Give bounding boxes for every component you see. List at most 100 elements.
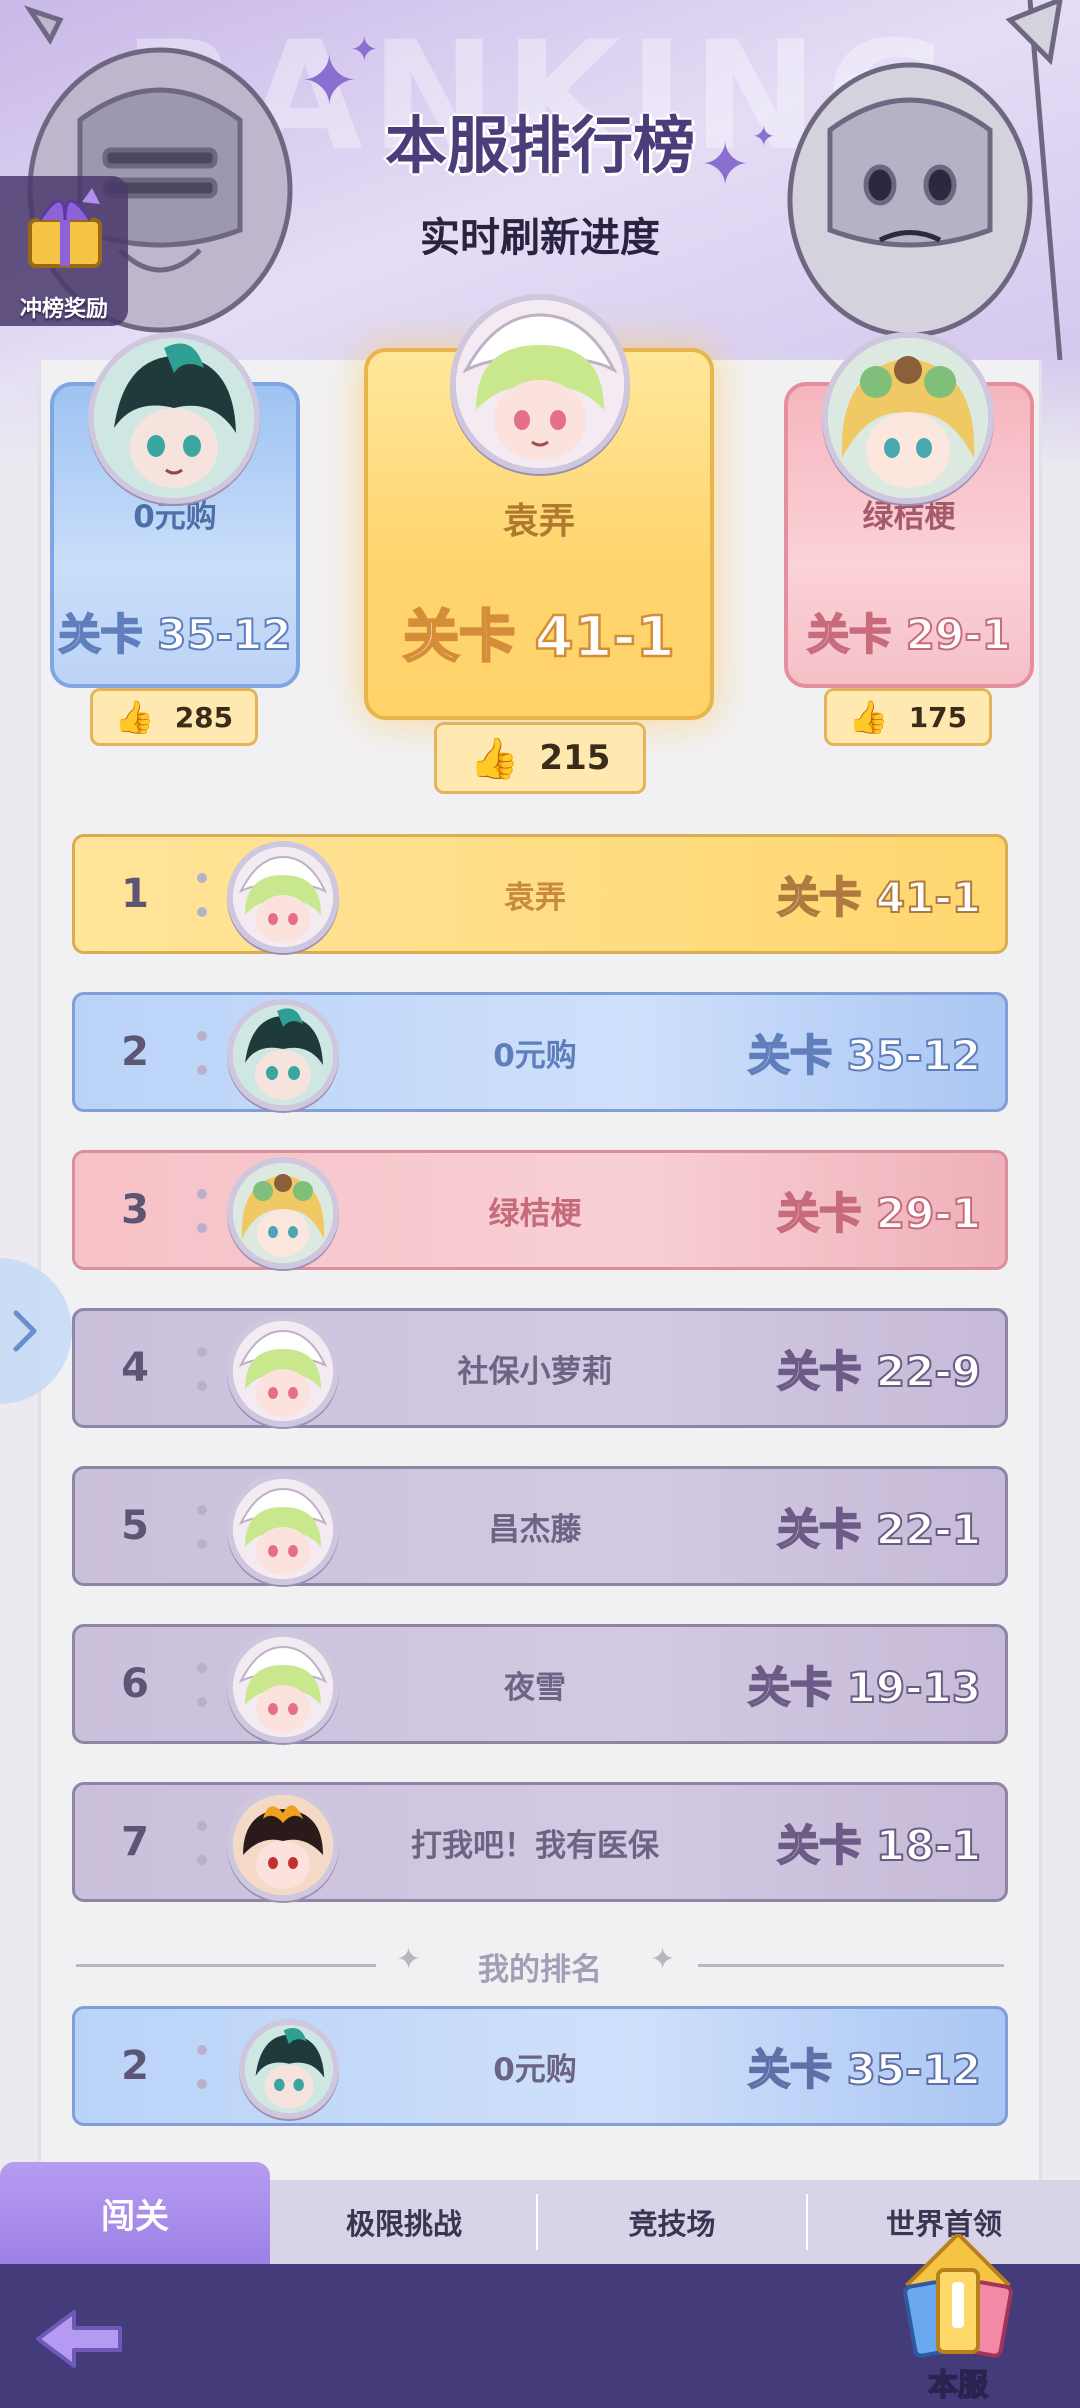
thumbs-up-icon: 👍 <box>469 735 520 782</box>
sparkle-icon: ✦ <box>350 30 379 70</box>
row-divider-dot <box>197 873 207 883</box>
row-divider-dot <box>197 1697 207 1707</box>
green-hair-maid-avatar-icon <box>456 300 624 468</box>
rank-player-name: 绿桔梗 <box>488 1195 582 1232</box>
rank-row-3[interactable]: 3 绿桔梗 关卡 29-1 <box>72 1150 1008 1270</box>
rank-row-7[interactable]: 7 打我吧！我有医保 关卡 18-1 <box>72 1782 1008 1902</box>
rank-number: 2 <box>121 1029 149 1075</box>
gift-box-icon <box>28 188 102 268</box>
row-divider-dot <box>197 1065 207 1075</box>
my-rank-row[interactable]: 2 0元购 关卡 35-12 <box>72 2006 1008 2126</box>
rank-player-name: 社保小萝莉 <box>457 1353 613 1390</box>
podium-first-like-button[interactable]: 👍 215 <box>434 722 646 794</box>
rank-avatar[interactable] <box>227 1789 339 1901</box>
rank-avatar[interactable] <box>227 999 339 1111</box>
rank-number: 3 <box>121 1187 149 1233</box>
rank-reward-button[interactable]: 冲榜奖励 <box>0 176 128 326</box>
fire-hair-avatar-icon <box>233 1795 333 1895</box>
dark-teal-hair-avatar-icon <box>233 1005 333 1105</box>
my-player-name: 0元购 <box>493 2051 577 2088</box>
podium-second-avatar[interactable] <box>88 332 260 504</box>
green-hair-maid-avatar-icon <box>233 1479 333 1579</box>
server-cards-icon <box>903 2231 1013 2358</box>
rank-player-name: 打我吧！我有医保 <box>411 1827 659 1864</box>
blonde-flower-crown-avatar-icon <box>233 1163 333 1263</box>
row-divider-dot <box>197 1031 207 1041</box>
podium-first-name: 袁弄 <box>502 501 575 542</box>
rank-number: 6 <box>121 1661 149 1707</box>
row-divider-dot <box>197 2079 207 2089</box>
rank-stage-progress: 关卡 22-9 <box>776 1346 982 1397</box>
row-divider-dot <box>197 1223 207 1233</box>
my-rank-separator: ✦ ✦ 我的排名 <box>76 1940 1004 1990</box>
page-title: 本服排行榜 <box>384 109 695 182</box>
my-avatar[interactable] <box>239 2019 339 2119</box>
podium-third-like-button[interactable]: 👍 175 <box>824 688 992 746</box>
green-hair-maid-avatar-icon <box>233 847 333 947</box>
page-subtitle: 实时刷新进度 <box>420 215 660 261</box>
rank-row-6[interactable]: 6 夜雪 关卡 19-13 <box>72 1624 1008 1744</box>
tab-stage[interactable]: 闯关 <box>0 2162 270 2264</box>
rank-stage-progress: 关卡 22-1 <box>776 1504 982 1555</box>
row-divider-dot <box>197 1347 207 1357</box>
row-divider-dot <box>197 1821 207 1831</box>
row-divider-dot <box>197 2045 207 2055</box>
rank-player-name: 夜雪 <box>504 1669 566 1706</box>
rank-avatar[interactable] <box>227 1631 339 1743</box>
podium-third-likes: 175 <box>908 700 968 734</box>
rank-player-name: 0元购 <box>493 1037 577 1074</box>
tab-arena[interactable]: 竞技场 <box>538 2180 806 2264</box>
rank-reward-label: 冲榜奖励 <box>19 297 108 322</box>
my-rank-label: 我的排名 <box>478 1952 602 1988</box>
rank-row-5[interactable]: 5 昌杰藤 关卡 22-1 <box>72 1466 1008 1586</box>
rank-stage-progress: 关卡 35-12 <box>747 1030 982 1081</box>
podium-third-stage: 关卡 29-1 <box>806 609 1012 660</box>
rank-stage-progress: 关卡 19-13 <box>747 1662 982 1713</box>
rank-row-4[interactable]: 4 社保小萝莉 关卡 22-9 <box>72 1308 1008 1428</box>
server-label: 本服 <box>927 2367 989 2404</box>
rank-avatar[interactable] <box>227 1157 339 1269</box>
row-divider-dot <box>197 1189 207 1199</box>
row-divider-dot <box>197 907 207 917</box>
rank-number: 5 <box>121 1503 149 1549</box>
podium-second-stage: 关卡 35-12 <box>58 609 293 660</box>
podium-second-like-button[interactable]: 👍 285 <box>90 688 258 746</box>
rank-player-name: 袁弄 <box>504 879 566 916</box>
chevron-right-icon <box>13 1310 37 1352</box>
podium-third-avatar[interactable] <box>822 332 994 504</box>
podium-second-likes: 285 <box>174 700 234 734</box>
rank-number: 4 <box>121 1345 149 1391</box>
row-divider-dot <box>197 1381 207 1391</box>
row-divider-dot <box>197 1855 207 1865</box>
rank-player-name: 昌杰藤 <box>488 1511 582 1548</box>
thumbs-up-icon: 👍 <box>114 698 155 736</box>
rank-stage-progress: 关卡 18-1 <box>776 1820 982 1871</box>
row-divider-dot <box>197 1539 207 1549</box>
dark-teal-hair-avatar-icon <box>94 338 254 498</box>
rank-row-2[interactable]: 2 0元购 关卡 35-12 <box>72 992 1008 1112</box>
rank-number: 2 <box>121 2043 149 2089</box>
dark-teal-hair-avatar-icon <box>245 2025 333 2113</box>
thumbs-up-icon: 👍 <box>848 698 889 736</box>
green-hair-maid-avatar-icon <box>233 1637 333 1737</box>
ranking-screen: RANKING ✦ ✦ ✦ ✦ 本服排行榜 实时刷新进度 冲榜奖励 0元购 关卡… <box>0 0 1080 2408</box>
rank-row-1[interactable]: 1 袁弄 关卡 41-1 <box>72 834 1008 954</box>
my-stage-progress: 关卡 35-12 <box>747 2044 982 2095</box>
podium-first-stage: 关卡 41-1 <box>402 604 676 672</box>
rank-stage-progress: 关卡 41-1 <box>776 872 982 923</box>
podium-first-likes: 215 <box>539 738 611 778</box>
rank-avatar[interactable] <box>227 1315 339 1427</box>
green-hair-maid-avatar-icon <box>233 1321 333 1421</box>
rank-avatar[interactable] <box>227 1473 339 1585</box>
rank-number: 1 <box>121 871 149 917</box>
server-ranking-button[interactable]: 本服 <box>888 2231 1028 2404</box>
row-divider-dot <box>197 1663 207 1673</box>
blonde-flower-crown-avatar-icon <box>828 338 988 498</box>
back-arrow-icon[interactable] <box>28 2306 128 2372</box>
rank-stage-progress: 关卡 29-1 <box>776 1188 982 1239</box>
row-divider-dot <box>197 1505 207 1515</box>
tab-limit-challenge[interactable]: 极限挑战 <box>270 2180 538 2264</box>
bottom-bar: 本服 <box>0 2231 1080 2408</box>
rank-avatar[interactable] <box>227 841 339 953</box>
podium-first-avatar[interactable] <box>450 294 630 474</box>
